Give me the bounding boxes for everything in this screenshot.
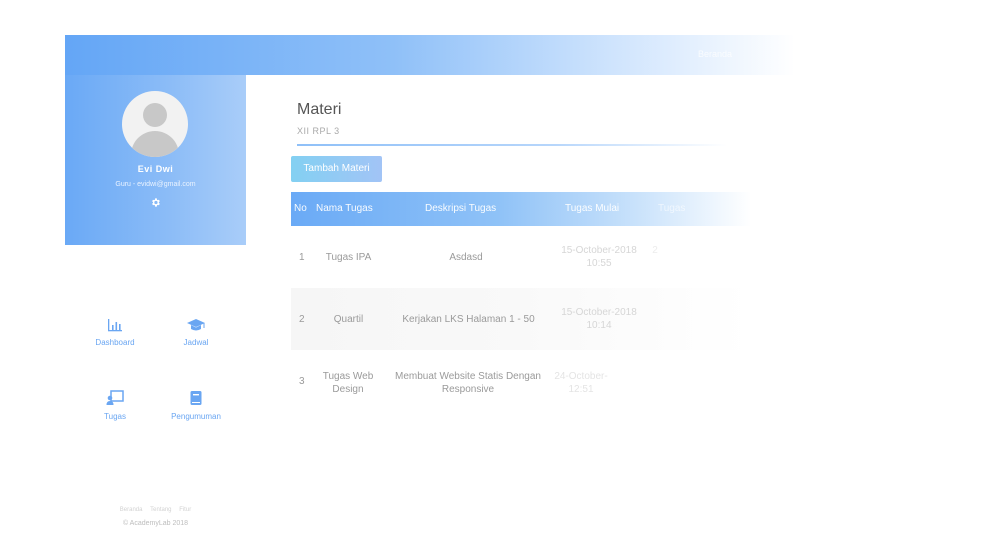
nav-label-jadwal: Jadwal bbox=[183, 338, 209, 347]
table-row[interactable]: 3 Tugas Web Design Membuat Website Stati… bbox=[291, 350, 751, 412]
row-description: Kerjakan LKS Halaman 1 - 50 bbox=[402, 314, 535, 325]
chart-icon bbox=[108, 319, 122, 332]
nav-item-dashboard[interactable]: Dashboard bbox=[80, 318, 150, 347]
profile-panel: Evi Dwi Guru - evidwi@gmail.com bbox=[65, 75, 246, 245]
row-description: Membuat Website Statis Dengan Responsive bbox=[394, 371, 541, 395]
row-start-date: 15-October-2018 10:55 bbox=[561, 245, 637, 269]
row-number: 1 bbox=[299, 252, 305, 263]
table-row[interactable]: 2 Quartil Kerjakan LKS Halaman 1 - 50 15… bbox=[291, 288, 751, 350]
topbar-link-beranda[interactable]: Beranda bbox=[698, 49, 732, 59]
profile-name: Evi Dwi bbox=[137, 164, 174, 174]
nav-item-pengumuman[interactable]: Pengumuman bbox=[161, 390, 231, 421]
table-header: No Nama Tugas Deskripsi Tugas Tugas Mula… bbox=[291, 192, 751, 226]
avatar-shoulders bbox=[131, 131, 179, 157]
footer-link-beranda[interactable]: Beranda bbox=[120, 507, 143, 513]
row-name: Tugas Web Design bbox=[322, 371, 374, 395]
nav-label-tugas: Tugas bbox=[104, 412, 126, 421]
row-name: Tugas IPA bbox=[325, 252, 372, 263]
top-bar bbox=[65, 35, 795, 75]
row-start-date: 24-October- 12:51 bbox=[554, 371, 608, 395]
nav-label-dashboard: Dashboard bbox=[95, 338, 135, 347]
page-subtitle: XII RPL 3 bbox=[297, 126, 340, 136]
column-header-nama-tugas: Nama Tugas bbox=[316, 203, 373, 214]
column-header-tugas: Tugas bbox=[658, 203, 686, 214]
table-row[interactable]: 1 Tugas IPA Asdasd 15-October-2018 10:55… bbox=[291, 226, 751, 288]
footer-links: Beranda Tentang Fitur bbox=[65, 507, 246, 513]
avatar[interactable] bbox=[122, 91, 188, 157]
row-extra: 2 bbox=[652, 245, 658, 256]
presentation-icon bbox=[106, 390, 124, 405]
nav-item-tugas[interactable]: Tugas bbox=[80, 390, 150, 421]
column-header-no: No bbox=[294, 203, 307, 214]
title-underline bbox=[297, 144, 727, 146]
row-number: 3 bbox=[299, 376, 305, 387]
gear-icon-svg bbox=[151, 198, 160, 207]
add-materi-button[interactable]: Tambah Materi bbox=[291, 156, 382, 182]
copyright: © AcademyLab 2018 bbox=[122, 520, 189, 527]
page-title: Materi bbox=[297, 101, 342, 118]
book-icon bbox=[190, 391, 202, 405]
gear-icon[interactable] bbox=[149, 197, 161, 209]
row-description: Asdasd bbox=[449, 252, 483, 263]
footer-link-fitur[interactable]: Fitur bbox=[179, 507, 191, 513]
column-header-deskripsi: Deskripsi Tugas bbox=[425, 203, 497, 214]
row-start-date: 15-October-2018 10:14 bbox=[561, 307, 637, 331]
nav-label-pengumuman: Pengumuman bbox=[171, 412, 221, 421]
avatar-head bbox=[143, 103, 167, 127]
row-number: 2 bbox=[299, 314, 305, 325]
column-header-tugas-mulai: Tugas Mulai bbox=[565, 203, 620, 214]
nav-item-jadwal[interactable]: Jadwal bbox=[161, 318, 231, 347]
footer-link-tentang[interactable]: Tentang bbox=[150, 507, 171, 513]
row-name: Quartil bbox=[333, 314, 364, 325]
profile-email: Guru - evidwi@gmail.com bbox=[115, 181, 196, 188]
graduation-cap-icon bbox=[187, 319, 205, 331]
